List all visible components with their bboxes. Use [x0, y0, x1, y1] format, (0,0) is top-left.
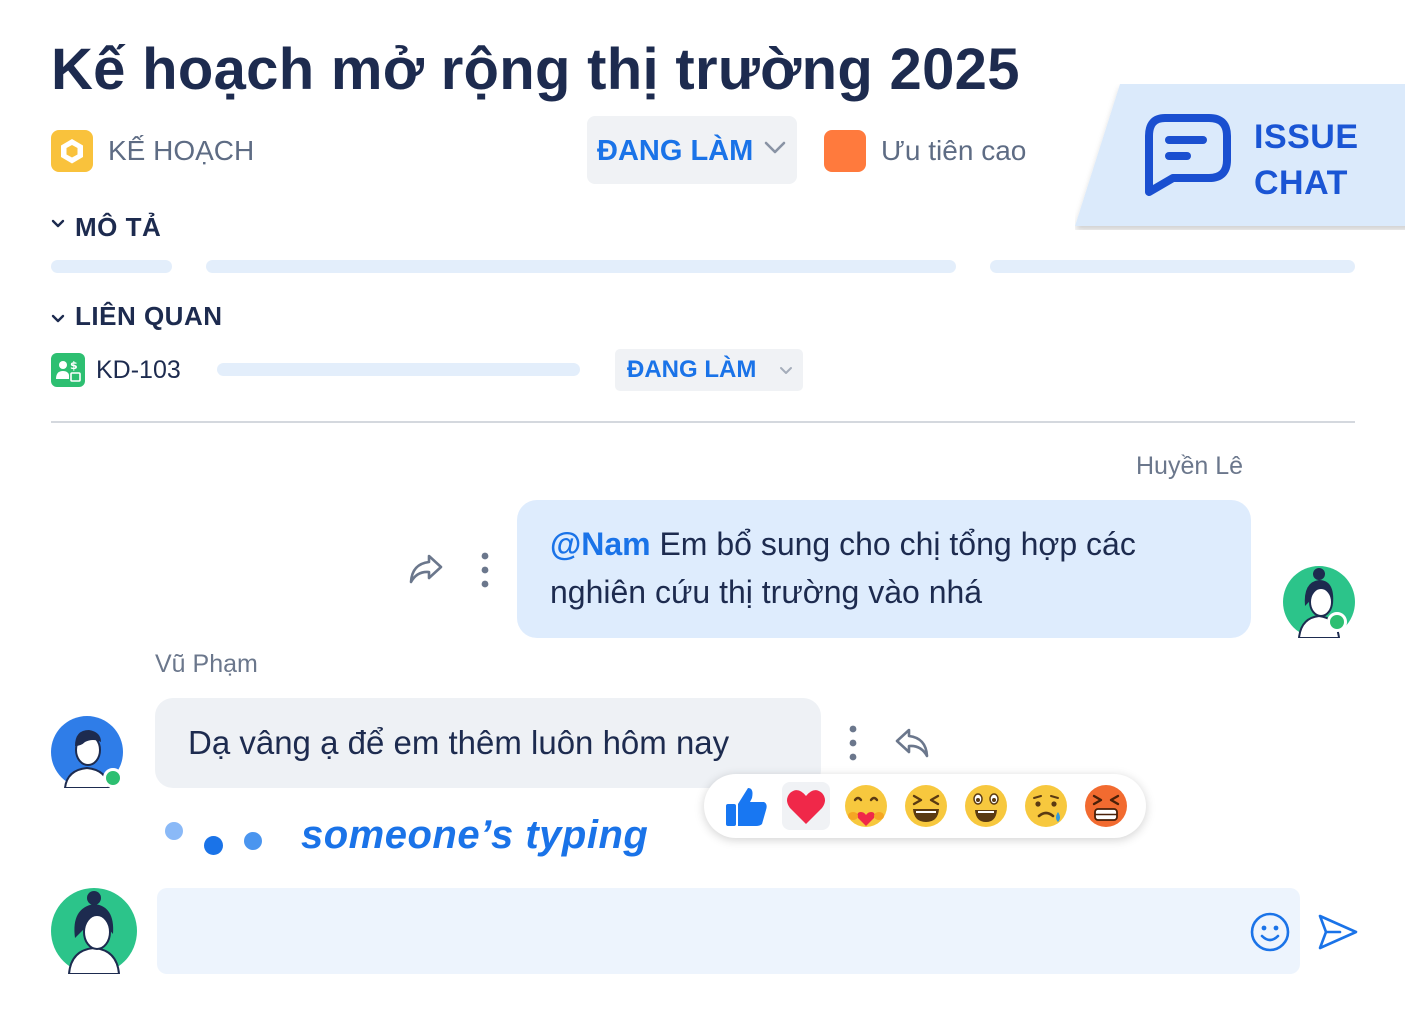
laughing-face-icon[interactable]	[902, 782, 950, 830]
more-options-icon[interactable]	[846, 724, 860, 767]
mention-tag[interactable]: @Nam	[550, 526, 651, 562]
angry-face-icon[interactable]	[1082, 782, 1130, 830]
description-section-title[interactable]: MÔ TẢ	[75, 212, 161, 243]
related-issue-key[interactable]: KD-103	[96, 356, 181, 385]
svg-text:$: $	[70, 359, 78, 372]
avatar[interactable]	[51, 716, 123, 789]
chevron-down-icon	[764, 140, 786, 161]
chat-bubble-icon	[1143, 114, 1231, 203]
business-task-icon: $	[51, 353, 85, 387]
hug-face-icon[interactable]	[842, 782, 890, 830]
wow-face-icon[interactable]	[962, 782, 1010, 830]
description-placeholder	[51, 260, 172, 273]
thumbs-up-icon[interactable]	[722, 782, 770, 830]
heart-icon[interactable]	[782, 782, 830, 830]
issue-type-label: KẾ HOẠCH	[108, 135, 255, 166]
priority-icon	[824, 130, 866, 172]
message-bubble[interactable]: @Nam Em bổ sung cho chị tổng hợp các ngh…	[517, 500, 1251, 638]
related-status-label: ĐANG LÀM	[627, 356, 757, 383]
avatar[interactable]	[51, 888, 137, 975]
sad-face-icon[interactable]	[1022, 782, 1070, 830]
message-text: Dạ vâng ạ để em thêm luôn hôm nay	[188, 724, 730, 761]
section-divider	[51, 421, 1355, 423]
status-label: ĐANG LÀM	[597, 135, 754, 167]
banner-line-2: CHAT	[1254, 164, 1348, 202]
forward-icon[interactable]	[407, 552, 445, 591]
description-toggle-icon[interactable]	[51, 216, 65, 234]
message-text: Em bổ sung cho chị tổng hợp các	[650, 526, 1136, 562]
online-status-indicator	[103, 768, 123, 788]
message-input[interactable]	[157, 888, 1300, 974]
related-status-dropdown[interactable]: ĐANG LÀM	[615, 349, 803, 391]
related-toggle-icon[interactable]	[51, 311, 65, 329]
message-bubble[interactable]: Dạ vâng ạ để em thêm luôn hôm nay	[155, 698, 821, 788]
online-status-indicator	[1327, 612, 1347, 632]
more-options-icon[interactable]	[478, 551, 492, 594]
reply-icon[interactable]	[893, 726, 931, 765]
typing-indicator-text: someone’s typing	[301, 813, 649, 857]
description-placeholder	[206, 260, 956, 273]
message-text: nghiên cứu thị trường vào nhá	[550, 574, 983, 610]
avatar[interactable]	[1283, 566, 1355, 639]
related-summary-placeholder	[217, 363, 580, 376]
emoji-picker-icon[interactable]	[1249, 911, 1291, 958]
banner-line-1: ISSUE	[1254, 118, 1359, 156]
page-title: Kế hoạch mở rộng thị trường 2025	[51, 37, 1020, 102]
related-section-title[interactable]: LIÊN QUAN	[75, 301, 223, 332]
send-icon[interactable]	[1316, 910, 1360, 959]
message-author: Huyền Lê	[1136, 452, 1244, 480]
chevron-down-icon	[779, 363, 793, 381]
issue-chat-banner[interactable]: ISSUE CHAT	[1075, 84, 1405, 230]
typing-dots-icon	[160, 818, 270, 858]
priority-label[interactable]: Ưu tiên cao	[881, 135, 1026, 167]
status-dropdown[interactable]: ĐANG LÀM	[587, 116, 797, 184]
message-author: Vũ Phạm	[155, 650, 258, 678]
plan-type-icon	[51, 130, 93, 172]
reaction-picker	[704, 774, 1146, 838]
description-placeholder	[990, 260, 1355, 273]
